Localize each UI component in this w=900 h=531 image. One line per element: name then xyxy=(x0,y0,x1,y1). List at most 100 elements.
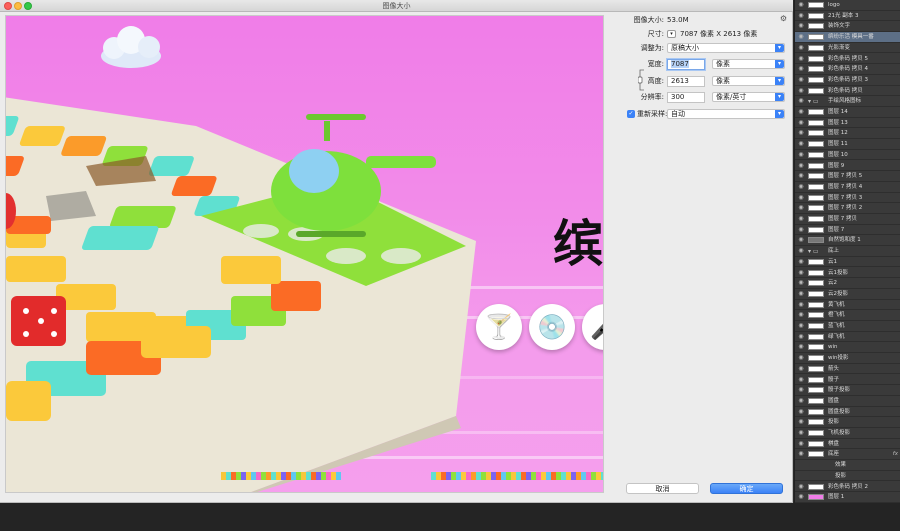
layer-row[interactable]: ◉ 彩色条码 拷贝 4 xyxy=(795,64,900,75)
layer-row[interactable]: ◉ 图层 7 拷贝 4 xyxy=(795,182,900,193)
layer-row[interactable]: ◉ 骰子投影 xyxy=(795,385,900,396)
width-input[interactable]: 7087 xyxy=(667,59,705,70)
layer-row[interactable]: 投影 xyxy=(795,471,900,482)
eye-icon[interactable]: ◉ xyxy=(797,182,805,192)
resample-select[interactable]: 自动 ▾ xyxy=(667,109,785,119)
eye-icon[interactable]: ◉ xyxy=(797,235,805,245)
eye-icon[interactable]: ◉ xyxy=(797,396,805,406)
eye-icon[interactable]: ◉ xyxy=(797,225,805,235)
eye-icon[interactable]: ◉ xyxy=(797,385,805,395)
layer-row[interactable]: ◉ win投影 xyxy=(795,353,900,364)
layer-row[interactable]: ◉ 箭头 xyxy=(795,364,900,375)
eye-icon[interactable]: ◉ xyxy=(797,439,805,449)
image-preview[interactable]: 缤 🍸 💿 🎤 xyxy=(5,15,604,493)
layer-row[interactable]: ◉ 圆盘投影 xyxy=(795,407,900,418)
dimensions-unit-dropdown[interactable]: ▾ xyxy=(667,30,676,38)
layer-row[interactable]: ◉ 橙飞机 xyxy=(795,310,900,321)
fit-to-select[interactable]: 原稿大小 ▾ xyxy=(667,43,785,53)
resample-checkbox[interactable]: ✓ xyxy=(627,110,635,118)
eye-icon[interactable]: ◉ xyxy=(797,203,805,213)
eye-icon[interactable]: ◉ xyxy=(797,64,805,74)
layer-row[interactable]: ◉ 蓝飞机 xyxy=(795,321,900,332)
eye-icon[interactable]: ◉ xyxy=(797,246,805,256)
layer-row[interactable]: ◉ 彩色条码 拷贝 3 xyxy=(795,75,900,86)
eye-icon[interactable]: ◉ xyxy=(797,407,805,417)
layer-row[interactable]: ◉ 装饰文字 xyxy=(795,21,900,33)
eye-icon[interactable]: ◉ xyxy=(797,86,805,96)
eye-icon[interactable]: ◉ xyxy=(797,43,805,53)
layer-row[interactable]: ◉ 投影 xyxy=(795,417,900,428)
layer-row[interactable]: ◉ win xyxy=(795,342,900,354)
eye-icon[interactable]: ◉ xyxy=(797,310,805,320)
layer-row[interactable]: 效果 xyxy=(795,460,900,471)
eye-icon[interactable]: ◉ xyxy=(797,417,805,427)
eye-icon[interactable]: ◉ xyxy=(797,449,805,459)
layer-row[interactable]: ◉ 彩色条码 拷贝 5 xyxy=(795,54,900,65)
eye-icon[interactable]: ◉ xyxy=(797,75,805,85)
ok-button[interactable]: 确定 xyxy=(710,483,783,494)
height-unit-select[interactable]: 像素 ▾ xyxy=(712,76,785,86)
resolution-input[interactable]: 300 xyxy=(667,92,705,103)
eye-icon[interactable]: ◉ xyxy=(797,171,805,181)
eye-icon[interactable]: ◉ xyxy=(797,342,805,352)
layer-row[interactable]: ◉ 绿飞机 xyxy=(795,332,900,343)
layer-row[interactable]: ◉ 图层 7 拷贝 5 xyxy=(795,171,900,182)
layer-row[interactable]: ◉ 图层 7 拷贝 3 xyxy=(795,193,900,204)
layer-row[interactable]: ◉ 骰子 xyxy=(795,375,900,386)
eye-icon[interactable]: ◉ xyxy=(797,0,805,10)
eye-icon[interactable]: ◉ xyxy=(797,150,805,160)
layer-group-row[interactable]: ◉ ▾ ▭ 底上 xyxy=(795,246,900,257)
layer-row[interactable]: ◉ 圆盘 xyxy=(795,396,900,407)
eye-icon[interactable]: ◉ xyxy=(797,268,805,278)
eye-icon[interactable]: ◉ xyxy=(797,375,805,385)
layer-row[interactable]: ◉ 图层 7 拷贝 2 xyxy=(795,203,900,214)
folder-icon[interactable]: ▾ ▭ xyxy=(808,247,819,257)
layer-row[interactable]: ◉ logo xyxy=(795,0,900,11)
layer-group-row[interactable]: ◉ ▾ ▭ 手绘风格图标 xyxy=(795,96,900,107)
layer-row[interactable]: ◉ 图层 14 xyxy=(795,107,900,118)
layer-row[interactable]: ◉ 图层 10 xyxy=(795,150,900,161)
eye-icon[interactable]: ◉ xyxy=(797,257,805,267)
width-unit-select[interactable]: 像素 ▾ xyxy=(712,59,785,69)
folder-icon[interactable]: ▾ ▭ xyxy=(808,97,819,107)
layer-row[interactable]: ◉ 彩色条码 拷贝 xyxy=(795,86,900,97)
minimize-window-button[interactable] xyxy=(14,2,22,10)
eye-icon[interactable]: ◉ xyxy=(797,32,805,42)
eye-icon[interactable]: ◉ xyxy=(797,332,805,342)
layer-row[interactable]: ◉ 图层 12 xyxy=(795,128,900,140)
eye-icon[interactable]: ◉ xyxy=(797,482,805,492)
close-window-button[interactable] xyxy=(4,2,12,10)
layer-row[interactable]: ◉ 棋盘 xyxy=(795,439,900,450)
maximize-window-button[interactable] xyxy=(24,2,32,10)
eye-icon[interactable]: ◉ xyxy=(797,289,805,299)
layer-row[interactable]: ◉ 图层 7 拷贝 xyxy=(795,214,900,225)
layer-row[interactable]: ◉ 图层 13 xyxy=(795,118,900,129)
eye-icon[interactable]: ◉ xyxy=(797,214,805,224)
eye-icon[interactable]: ◉ xyxy=(797,193,805,203)
eye-icon[interactable]: ◉ xyxy=(797,118,805,128)
cancel-button[interactable]: 取消 xyxy=(626,483,699,494)
eye-icon[interactable]: ◉ xyxy=(797,492,805,502)
eye-icon[interactable]: ◉ xyxy=(797,161,805,171)
eye-icon[interactable]: ◉ xyxy=(797,300,805,310)
layer-row[interactable]: ◉ 图层 7 xyxy=(795,225,900,236)
layer-row[interactable]: ◉ 云1 xyxy=(795,257,900,268)
eye-icon[interactable]: ◉ xyxy=(797,353,805,363)
layer-row[interactable]: ◉ 云2 xyxy=(795,278,900,289)
eye-icon[interactable]: ◉ xyxy=(797,96,805,106)
layer-row[interactable]: ◉ 云1投影 xyxy=(795,268,900,279)
eye-icon[interactable]: ◉ xyxy=(797,321,805,331)
eye-icon[interactable]: ◉ xyxy=(797,428,805,438)
eye-icon[interactable]: ◉ xyxy=(797,21,805,31)
layer-row[interactable]: ◉ 图层 1 xyxy=(795,492,900,503)
layer-row[interactable]: ◉ 光影渐变 xyxy=(795,43,900,54)
eye-icon[interactable]: ◉ xyxy=(797,128,805,138)
eye-icon[interactable]: ◉ xyxy=(797,54,805,64)
resolution-unit-select[interactable]: 像素/英寸 ▾ xyxy=(712,92,785,102)
layer-row[interactable]: ◉ 缤纷乐活 模具一番 xyxy=(795,32,900,43)
eye-icon[interactable]: ◉ xyxy=(797,107,805,117)
eye-icon[interactable]: ◉ xyxy=(797,11,805,21)
layer-row[interactable]: ◉ 飞机投影 xyxy=(795,428,900,439)
layer-row[interactable]: ◉ 云2投影 xyxy=(795,289,900,300)
height-input[interactable]: 2613 xyxy=(667,76,705,87)
